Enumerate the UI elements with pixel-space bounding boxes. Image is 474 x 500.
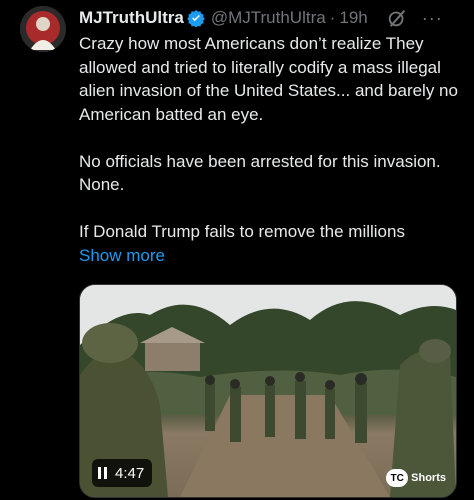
video-player[interactable]: 4:47 TC Shorts (79, 284, 457, 498)
tc-logo: TC (386, 469, 409, 487)
timestamp[interactable]: 19h (339, 8, 367, 28)
tweet-text: Crazy how most Americans don’t realize T… (79, 32, 464, 267)
grok-icon[interactable] (386, 7, 408, 29)
separator: · (329, 8, 336, 27)
verified-badge-icon (187, 10, 205, 27)
handle[interactable]: @MJTruthUltra (211, 8, 326, 28)
pause-icon[interactable] (98, 467, 107, 479)
tweet-header: MJTruthUltra @MJTruthUltra · 19h ··· (79, 6, 462, 30)
tweet-paragraph: If Donald Trump fails to remove the mill… (79, 222, 405, 241)
video-duration: 4:47 (115, 464, 145, 482)
display-name[interactable]: MJTruthUltra (79, 8, 184, 28)
tweet-paragraph: Crazy how most Americans don’t realize T… (79, 34, 458, 124)
tweet-paragraph: No officials have been arrested for this… (79, 151, 441, 195)
avatar[interactable] (20, 6, 66, 52)
avatar-image (20, 6, 66, 52)
more-options-icon[interactable]: ··· (422, 8, 443, 29)
watermark-text: Shorts (411, 472, 446, 484)
video-duration-badge[interactable]: 4:47 (92, 459, 153, 487)
watermark: TC Shorts (386, 469, 446, 487)
show-more-link[interactable]: Show more (79, 244, 464, 268)
